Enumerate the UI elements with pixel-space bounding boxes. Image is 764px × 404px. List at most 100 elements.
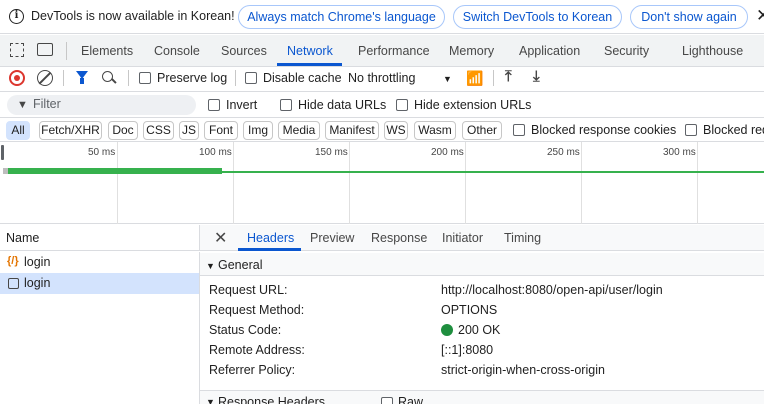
- chip-manifest[interactable]: Manifest: [325, 121, 379, 140]
- grid-line: [117, 142, 118, 224]
- timeline-tick-label: 300 ms: [663, 147, 696, 158]
- chip-img[interactable]: Img: [243, 121, 273, 140]
- remote-address-value: [::1]:8080: [441, 343, 494, 357]
- referrer-policy-value: strict-origin-when-cross-origin: [441, 363, 605, 377]
- tab-application[interactable]: Application: [519, 35, 580, 67]
- hide-extension-urls-checkbox[interactable]: [396, 99, 408, 111]
- inspect-element-icon[interactable]: [10, 43, 24, 57]
- preserve-log-label: Preserve log: [157, 71, 228, 85]
- timeline-tick-label: 50 ms: [88, 147, 116, 158]
- request-list-empty-area: [0, 294, 200, 404]
- preserve-log-checkbox[interactable]: [139, 72, 151, 84]
- status-ok-icon: [441, 324, 453, 336]
- filter-icon: ▼: [17, 99, 28, 111]
- tab-divider: [66, 42, 67, 60]
- filter-placeholder: Filter: [33, 97, 61, 111]
- tab-sources[interactable]: Sources: [221, 35, 267, 67]
- import-har-icon[interactable]: ⤒: [505, 68, 512, 85]
- status-code-key: Status Code:: [209, 323, 282, 337]
- chip-wasm[interactable]: Wasm: [414, 121, 456, 140]
- tab-headers[interactable]: Headers: [247, 231, 294, 245]
- blocked-response-cookies-checkbox[interactable]: [513, 124, 525, 136]
- export-har-icon[interactable]: ⤓: [533, 68, 540, 85]
- close-infobar-icon[interactable]: ✕: [756, 6, 764, 26]
- chip-all[interactable]: All: [6, 121, 30, 140]
- raw-label: Raw: [398, 395, 424, 404]
- blocked-requests-checkbox[interactable]: [685, 124, 697, 136]
- tab-timing[interactable]: Timing: [504, 231, 541, 245]
- grid-line: [233, 142, 234, 224]
- remote-address-key: Remote Address:: [209, 343, 305, 357]
- search-icon[interactable]: [102, 71, 113, 82]
- general-section-title: General: [218, 258, 263, 272]
- chip-other[interactable]: Other: [462, 121, 502, 140]
- general-section-header[interactable]: [200, 253, 764, 276]
- request-url-key: Request URL:: [209, 283, 288, 297]
- chip-media[interactable]: Media: [278, 121, 320, 140]
- infobar-message: DevTools is now available in Korean!: [31, 9, 235, 23]
- throttling-select[interactable]: No throttling: [348, 71, 415, 85]
- tab-lighthouse[interactable]: Lighthouse: [682, 35, 743, 67]
- status-code-value: 200 OK: [458, 323, 501, 337]
- info-icon: i: [9, 9, 24, 24]
- always-match-language-button[interactable]: Always match Chrome's language: [238, 5, 445, 29]
- disable-cache-label: Disable cache: [263, 71, 342, 85]
- tab-response[interactable]: Response: [371, 231, 427, 245]
- request-waterfall-bar: [8, 168, 222, 174]
- close-details-icon[interactable]: ✕: [214, 228, 227, 248]
- chip-js[interactable]: JS: [179, 121, 199, 140]
- disable-cache-checkbox[interactable]: [245, 72, 257, 84]
- blocked-requests-label: Blocked requests: [703, 123, 764, 137]
- raw-checkbox[interactable]: [381, 397, 393, 404]
- request-name: login: [24, 276, 51, 290]
- network-conditions-icon[interactable]: 📶: [466, 70, 483, 87]
- triangle-down-icon: ▼: [206, 261, 215, 271]
- active-detail-tab-indicator: [238, 248, 301, 251]
- chevron-down-icon[interactable]: ▼: [443, 74, 452, 84]
- request-method-key: Request Method:: [209, 303, 305, 317]
- tab-preview[interactable]: Preview: [310, 231, 354, 245]
- blocked-response-cookies-label: Blocked response cookies: [531, 123, 677, 137]
- filter-toggle-icon-stem: [80, 78, 84, 84]
- stop-recording-icon[interactable]: [9, 70, 25, 86]
- toolbar-divider: [493, 70, 494, 86]
- grid-line: [465, 142, 466, 224]
- tab-console[interactable]: Console: [154, 35, 200, 67]
- hide-data-urls-checkbox[interactable]: [280, 99, 292, 111]
- request-row-selected[interactable]: login: [0, 273, 200, 294]
- tab-elements[interactable]: Elements: [81, 35, 133, 67]
- grid-line: [581, 142, 582, 224]
- toolbar-divider: [128, 70, 129, 86]
- chip-fetch-xhr[interactable]: Fetch/XHR: [39, 121, 102, 140]
- timeline-tick-label: 150 ms: [315, 147, 348, 158]
- request-name: login: [24, 255, 51, 269]
- tab-memory[interactable]: Memory: [449, 35, 494, 67]
- clear-log-icon[interactable]: [37, 70, 53, 86]
- referrer-policy-key: Referrer Policy:: [209, 363, 296, 377]
- timeline-tick-label: 250 ms: [547, 147, 580, 158]
- tab-initiator[interactable]: Initiator: [442, 231, 483, 245]
- tab-performance[interactable]: Performance: [358, 35, 430, 67]
- active-tab-indicator: [277, 63, 342, 66]
- document-icon: [8, 278, 19, 289]
- name-column-label: Name: [6, 231, 40, 245]
- chip-font[interactable]: Font: [204, 121, 238, 140]
- toolbar-divider: [235, 70, 236, 86]
- chip-ws[interactable]: WS: [384, 121, 408, 140]
- switch-to-korean-button[interactable]: Switch DevTools to Korean: [453, 5, 622, 29]
- toolbar-divider: [63, 70, 64, 86]
- dont-show-again-button[interactable]: Don't show again: [630, 5, 748, 29]
- invert-checkbox[interactable]: [208, 99, 220, 111]
- request-method-value: OPTIONS: [441, 303, 498, 317]
- request-row[interactable]: {/} login: [0, 252, 200, 273]
- json-icon: {/}: [7, 255, 19, 267]
- chip-css[interactable]: CSS: [143, 121, 174, 140]
- tab-security[interactable]: Security: [604, 35, 649, 67]
- chip-doc[interactable]: Doc: [108, 121, 138, 140]
- grid-line: [349, 142, 350, 224]
- blocked-requests-label-clip: Blocked requests: [703, 123, 764, 139]
- invert-label: Invert: [226, 98, 258, 112]
- timeline-range-handle[interactable]: [1, 145, 4, 160]
- request-waterfall-line: [222, 171, 764, 173]
- device-toolbar-icon[interactable]: [37, 43, 53, 56]
